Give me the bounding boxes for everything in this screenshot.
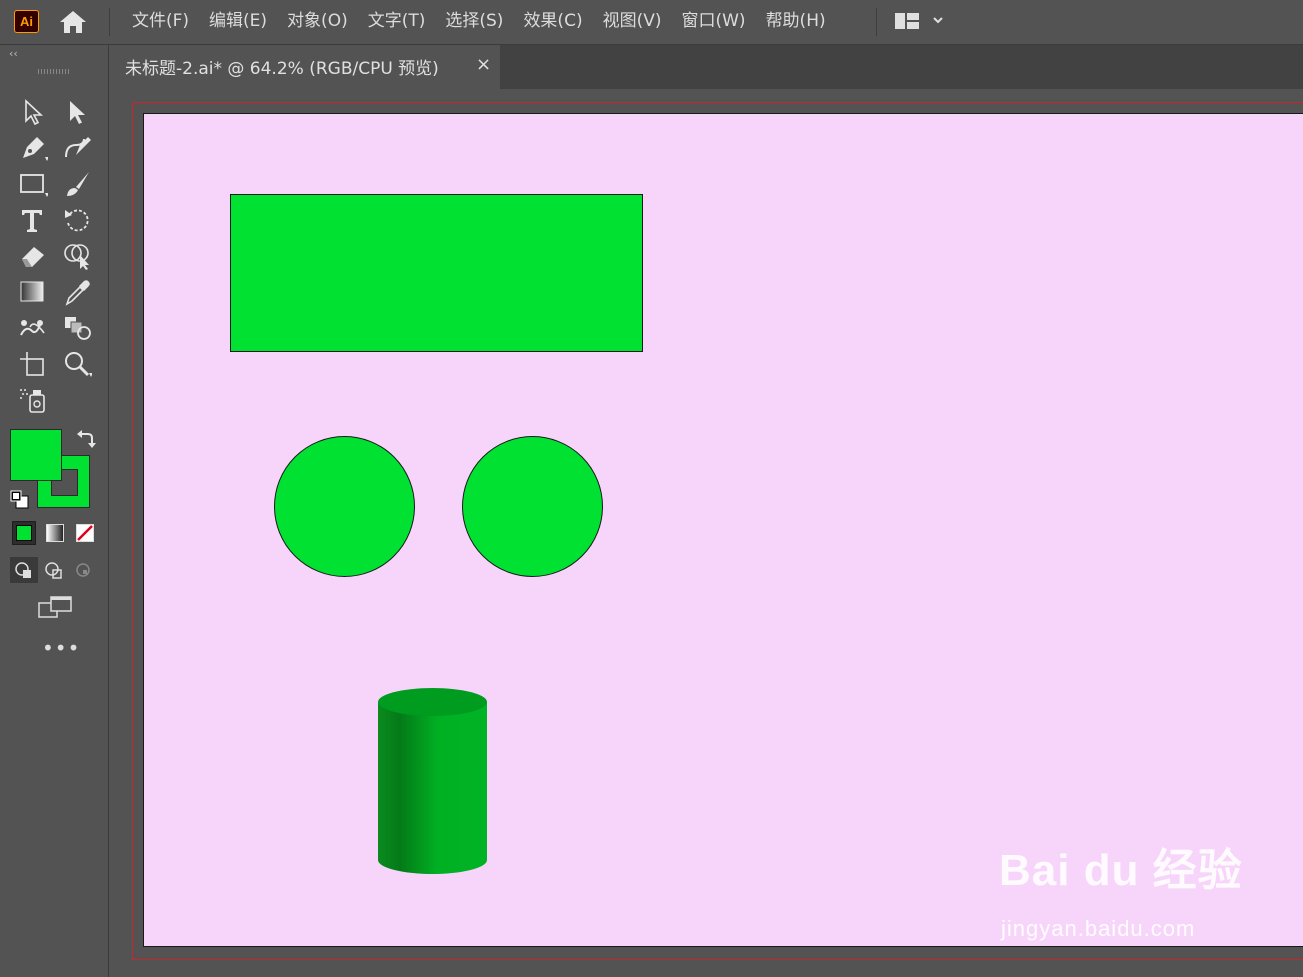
screen-mode-icon[interactable] — [37, 595, 73, 621]
green-cylinder[interactable] — [377, 688, 488, 876]
app-logo: Ai — [14, 10, 39, 33]
tools-panel: ‹‹ ••• — [0, 45, 109, 977]
green-rectangle[interactable] — [230, 194, 643, 352]
direct-selection-tool-icon[interactable] — [62, 97, 92, 127]
menu-file[interactable]: 文件(F) — [122, 0, 199, 44]
curvature-tool-icon[interactable] — [62, 133, 92, 163]
fill-color-swatch[interactable] — [10, 429, 62, 481]
draw-behind-icon — [45, 562, 62, 579]
artboard[interactable]: Bai du 经验 jingyan.baidu.com — [143, 113, 1303, 947]
green-circle-left[interactable] — [274, 436, 415, 577]
paintbrush-tool-icon[interactable] — [62, 169, 92, 199]
draw-normal-icon — [15, 562, 31, 578]
menu-object[interactable]: 对象(O) — [277, 0, 358, 44]
document-tab-title: 未标题-2.ai* @ 64.2% (RGB/CPU 预览) — [125, 59, 439, 79]
artboard-tool-icon[interactable] — [18, 349, 48, 379]
default-fill-stroke-icon[interactable] — [10, 490, 30, 510]
color-mode-button[interactable] — [12, 521, 36, 545]
none-mode-button[interactable] — [73, 521, 97, 545]
selection-tool-icon[interactable] — [18, 97, 48, 127]
color-icon — [16, 525, 32, 541]
rectangle-tool-icon[interactable] — [18, 169, 48, 199]
home-icon[interactable] — [57, 9, 89, 35]
rotate-tool-icon[interactable] — [62, 205, 92, 235]
type-tool-icon[interactable] — [18, 205, 48, 235]
menu-select[interactable]: 选择(S) — [435, 0, 513, 44]
collapse-panel-button[interactable]: ‹‹ — [9, 47, 18, 60]
baidu-watermark: Bai du 经验 jingyan.baidu.com — [999, 834, 1299, 946]
document-tab[interactable]: 未标题-2.ai* @ 64.2% (RGB/CPU 预览) × — [110, 45, 500, 89]
panel-grip[interactable] — [38, 69, 70, 74]
gradient-icon — [46, 524, 64, 542]
gradient-tool-icon[interactable] — [18, 277, 48, 307]
canvas-area[interactable]: Bai du 经验 jingyan.baidu.com — [110, 89, 1303, 977]
close-icon[interactable]: × — [476, 54, 491, 75]
draw-normal-button[interactable] — [10, 557, 38, 583]
swap-fill-stroke-icon[interactable] — [74, 428, 96, 450]
pen-tool-icon[interactable] — [18, 133, 48, 163]
draw-inside-icon — [76, 563, 90, 577]
workspace-switcher-button[interactable] — [894, 11, 950, 33]
shape-builder-tool-icon[interactable] — [62, 241, 92, 271]
zoom-tool-icon[interactable] — [62, 349, 92, 379]
watermark-url: jingyan.baidu.com — [1001, 916, 1196, 941]
menu-edit[interactable]: 编辑(E) — [199, 0, 277, 44]
menu-bar: Ai 文件(F) 编辑(E) 对象(O) 文字(T) 选择(S) 效果(C) 视… — [0, 0, 1303, 45]
menu-divider — [109, 8, 110, 36]
document-tab-bar: 未标题-2.ai* @ 64.2% (RGB/CPU 预览) × — [110, 45, 1303, 89]
none-icon — [76, 524, 94, 542]
draw-behind-button[interactable] — [40, 557, 68, 583]
draw-inside-button[interactable] — [70, 557, 98, 583]
menu-window[interactable]: 窗口(W) — [671, 0, 755, 44]
green-circle-right[interactable] — [462, 436, 603, 577]
menu-help[interactable]: 帮助(H) — [756, 0, 836, 44]
menu-view[interactable]: 视图(V) — [593, 0, 672, 44]
puppet-warp-tool-icon[interactable] — [18, 313, 48, 343]
menu-divider — [876, 8, 877, 36]
eyedropper-tool-icon[interactable] — [62, 277, 92, 307]
symbol-sprayer-tool-icon[interactable] — [18, 385, 48, 415]
menu-type[interactable]: 文字(T) — [358, 0, 436, 44]
blend-tool-icon[interactable] — [62, 313, 92, 343]
edit-toolbar-button[interactable]: ••• — [42, 638, 80, 658]
watermark-logo: Bai du 经验 — [999, 846, 1243, 895]
eraser-tool-icon[interactable] — [18, 241, 48, 271]
menu-effect[interactable]: 效果(C) — [513, 0, 592, 44]
gradient-mode-button[interactable] — [43, 521, 67, 545]
main-menu: 文件(F) 编辑(E) 对象(O) 文字(T) 选择(S) 效果(C) 视图(V… — [122, 0, 836, 44]
